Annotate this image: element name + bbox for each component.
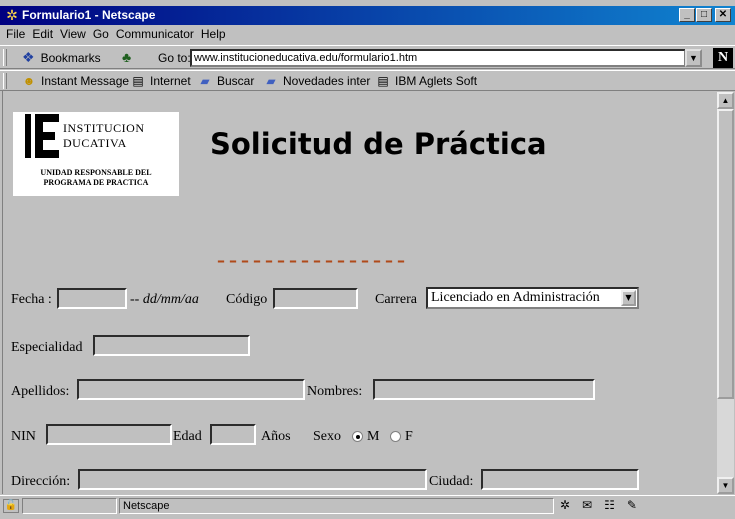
bookmarks-label: Bookmarks	[40, 50, 101, 65]
fecha-format-hint: -- dd/mm/aa	[130, 292, 199, 307]
menu-view[interactable]: View	[58, 25, 91, 43]
toolbar-grip[interactable]	[3, 49, 7, 66]
nombres-input[interactable]	[373, 379, 595, 400]
ciudad-input[interactable]	[481, 469, 639, 490]
composer-icon[interactable]: ✎	[627, 498, 637, 512]
url-input[interactable]: www.institucioneducativa.edu/formulario1…	[190, 49, 686, 67]
nin-label: NIN	[11, 429, 36, 444]
menu-file[interactable]: File	[4, 25, 30, 43]
toolbar-item-label: Novedades inter	[283, 74, 371, 88]
bookmarks-button[interactable]: ❖ Bookmarks	[22, 49, 101, 66]
personal-toolbar-grip[interactable]	[3, 73, 7, 89]
page-icon: ▤	[132, 73, 144, 88]
fecha-label: Fecha :	[11, 292, 52, 307]
folder-icon: ▰	[200, 73, 210, 88]
logo-line-2: DUCATIVA	[63, 136, 127, 150]
especialidad-input[interactable]	[93, 335, 250, 356]
menu-edit[interactable]: Edit	[30, 25, 58, 43]
personal-toolbar: ☻ Instant Message ▤ Internet ▰ Buscar ▰ …	[0, 70, 735, 91]
scroll-down-icon[interactable]: ▼	[717, 477, 734, 494]
edad-input[interactable]	[210, 424, 256, 445]
logo-subtitle: UNIDAD RESPONSABLE DEL PROGRAMA DE PRACT…	[13, 168, 179, 188]
page-title: Solicitud de Práctica	[210, 127, 547, 161]
security-lock-icon[interactable]: 🔓	[3, 499, 19, 513]
page-icon: ▤	[377, 73, 389, 88]
toolbar-item-buscar[interactable]: ▰ Buscar	[198, 74, 254, 88]
direccion-label: Dirección:	[11, 474, 71, 489]
folder-icon: ▰	[266, 73, 276, 88]
status-bar: 🔓 Netscape ✲ ✉ ☷ ✎	[0, 495, 735, 519]
toolbar-item-novedades[interactable]: ▰ Novedades inter	[264, 74, 370, 88]
netscape-app-icon: ✲	[6, 7, 18, 23]
discussion-icon[interactable]: ☷	[604, 498, 615, 512]
maximize-button[interactable]: □	[696, 8, 712, 22]
progress-bar	[22, 498, 117, 514]
toolbar-item-label: IBM Aglets Soft	[395, 74, 478, 88]
chevron-down-icon[interactable]: ▼	[621, 290, 636, 306]
institution-logo: INSTITUCION DUCATIVA UNIDAD RESPONSABLE …	[13, 112, 179, 196]
menu-communicator[interactable]: Communicator	[114, 25, 199, 43]
bookmark-icon: ❖	[22, 49, 35, 65]
scroll-up-icon[interactable]: ▲	[717, 92, 734, 109]
logo-line-1: INSTITUCION	[63, 121, 145, 135]
mail-icon[interactable]: ✉	[582, 498, 592, 512]
sexo-label: Sexo	[313, 429, 341, 444]
logo-subtitle-2: PROGRAMA DE PRACTICA	[43, 178, 149, 187]
menu-help[interactable]: Help	[199, 25, 231, 43]
toolbar-item-instant-message[interactable]: ☻ Instant Message	[22, 74, 129, 88]
carrera-select[interactable]: Licenciado en Administración ▼	[426, 287, 639, 309]
institution-logo-icon	[25, 114, 59, 158]
direccion-input[interactable]	[78, 469, 427, 490]
browser-window: ✲ Formulario1 - Netscape _ □ ✕ File Edit…	[0, 0, 735, 519]
fecha-input[interactable]	[57, 288, 127, 309]
sexo-f-label: F	[405, 429, 413, 444]
page-content: INSTITUCION DUCATIVA UNIDAD RESPONSABLE …	[2, 91, 717, 494]
page-proxy-icon[interactable]: ♣	[122, 49, 131, 65]
instant-message-icon: ☻	[22, 73, 36, 88]
component-bar: ✲ ✉ ☷ ✎	[560, 498, 637, 512]
apellidos-input[interactable]	[77, 379, 305, 400]
sexo-m-label: M	[367, 429, 380, 444]
menu-go[interactable]: Go	[91, 25, 114, 43]
nombres-label: Nombres:	[307, 384, 363, 399]
location-toolbar: ❖ Bookmarks ♣ Go to: www.institucioneduc…	[0, 45, 735, 69]
title-bar: ✲ Formulario1 - Netscape _ □ ✕	[0, 6, 735, 25]
nin-input[interactable]	[46, 424, 172, 445]
logo-subtitle-1: UNIDAD RESPONSABLE DEL	[40, 168, 152, 177]
sexo-f-radio[interactable]	[390, 431, 401, 442]
close-button[interactable]: ✕	[715, 8, 731, 22]
edad-label: Edad	[173, 429, 202, 444]
anos-label: Años	[261, 429, 291, 444]
toolbar-item-label: Buscar	[217, 74, 255, 88]
sexo-m-radio[interactable]	[352, 431, 363, 442]
url-dropdown-icon[interactable]: ▼	[685, 49, 702, 67]
navigator-icon[interactable]: ✲	[560, 498, 570, 512]
menu-bar: File Edit View Go Communicator Help	[0, 25, 735, 43]
goto-label: Go to:	[158, 51, 191, 65]
ciudad-label: Ciudad:	[429, 474, 474, 489]
scrollbar-thumb[interactable]	[717, 109, 734, 399]
codigo-label: Código	[226, 292, 268, 307]
carrera-selected-value: Licenciado en Administración	[431, 290, 600, 305]
carrera-label: Carrera	[375, 292, 417, 307]
toolbar-item-internet[interactable]: ▤ Internet	[131, 73, 191, 88]
vertical-scrollbar[interactable]: ▲ ▼	[717, 92, 734, 494]
apellidos-label: Apellidos:	[11, 384, 70, 399]
netscape-logo-icon[interactable]: N	[713, 48, 733, 68]
especialidad-label: Especialidad	[11, 340, 83, 355]
toolbar-item-label: Internet	[150, 74, 191, 88]
codigo-input[interactable]	[273, 288, 358, 309]
toolbar-item-label: Instant Message	[41, 74, 130, 88]
toolbar-item-ibm-aglets[interactable]: ▤ IBM Aglets Soft	[376, 74, 477, 88]
decorative-dash-line: ––––––––––––––––	[217, 251, 409, 270]
minimize-button[interactable]: _	[679, 8, 695, 22]
status-text: Netscape	[119, 498, 554, 514]
window-title: Formulario1 - Netscape	[22, 8, 156, 22]
